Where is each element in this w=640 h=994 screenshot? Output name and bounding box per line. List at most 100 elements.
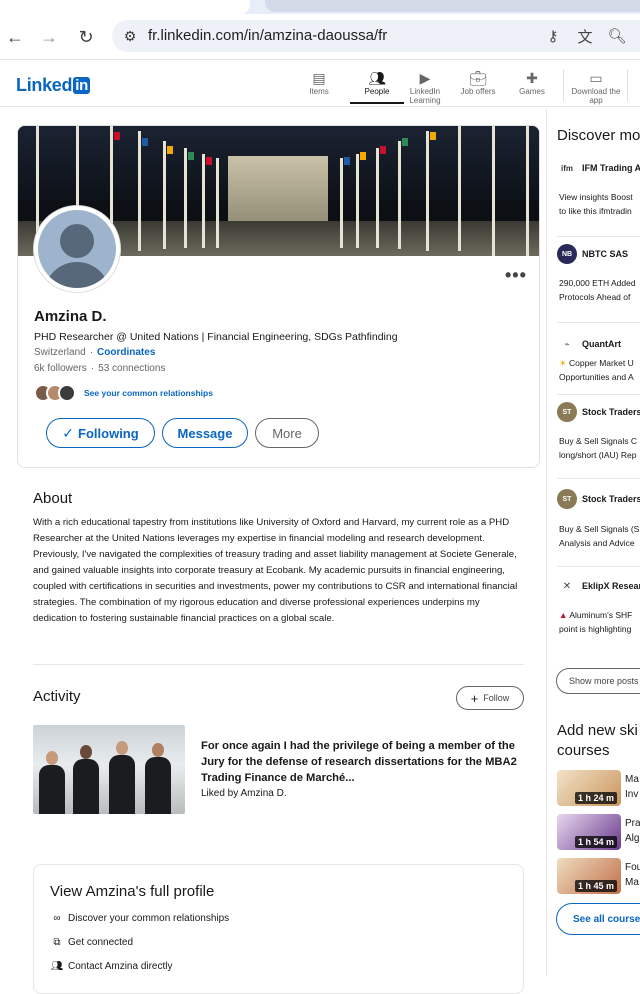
browser-tab-strip bbox=[0, 0, 640, 14]
address-bar[interactable]: ⚙ fr.linkedin.com/in/amzina-daoussa/fr ⚷… bbox=[112, 20, 640, 52]
course-thumbnail[interactable]: 1 h 54 m bbox=[557, 814, 621, 850]
course-line: Ma bbox=[625, 774, 639, 785]
sidebar-title: Discover mo bbox=[557, 127, 640, 144]
location-text: Switzerland bbox=[34, 347, 86, 358]
sidebar-divider bbox=[557, 394, 640, 395]
follow-button[interactable]: + Follow bbox=[456, 686, 524, 710]
post-text: Protocols Ahead of bbox=[559, 292, 631, 302]
course-duration: 1 h 45 m bbox=[574, 880, 617, 892]
more-button[interactable]: More bbox=[255, 418, 319, 448]
coordinates-link[interactable]: Coordinates bbox=[97, 347, 155, 358]
mutual-link[interactable]: See your common relationships bbox=[84, 388, 213, 398]
course-thumbnail[interactable]: 1 h 45 m bbox=[557, 858, 621, 894]
inactive-tab[interactable] bbox=[265, 0, 640, 12]
show-more-posts-button[interactable]: Show more posts bbox=[556, 668, 640, 694]
avatar bbox=[58, 384, 76, 402]
nav-divider bbox=[627, 69, 628, 101]
sun-icon: ☀ bbox=[559, 358, 569, 368]
nav-label: LinkedIn Learning bbox=[409, 87, 441, 105]
linkedin-logo[interactable]: Linked in bbox=[16, 75, 90, 96]
about-heading: About bbox=[33, 490, 73, 507]
post-text: Buy & Sell Signals (S bbox=[559, 524, 640, 534]
course-line: Inv bbox=[625, 789, 639, 800]
nav-jobs[interactable]: 💼︎ Job offers bbox=[451, 69, 505, 97]
ifm-logo-icon: ifm bbox=[557, 158, 577, 178]
browser-toolbar: ← → ↻ ⚙ fr.linkedin.com/in/amzina-daouss… bbox=[0, 14, 640, 60]
nav-learning[interactable]: ▶ LinkedIn Learning bbox=[398, 69, 452, 106]
more-options-icon[interactable]: ••• bbox=[505, 265, 527, 286]
post-author[interactable]: ifm IFM Trading A bbox=[557, 158, 640, 178]
heading-line: Add new ski bbox=[557, 722, 638, 739]
post-author[interactable]: ST Stock Traders bbox=[557, 402, 640, 422]
stock-traders-logo-icon: ST bbox=[557, 402, 577, 422]
translate-icon[interactable]: 文 bbox=[574, 26, 596, 46]
course-title[interactable]: Ma Inv bbox=[625, 772, 639, 802]
full-profile-item: ∞ Discover your common relationships bbox=[50, 913, 229, 924]
zoom-icon[interactable]: 🔍︎ bbox=[606, 26, 628, 46]
see-all-courses-button[interactable]: See all courses bbox=[556, 903, 640, 935]
post-author[interactable]: NB NBTC SAS bbox=[557, 244, 628, 264]
download-app-icon: ▭ bbox=[589, 69, 603, 86]
activity-heading: Activity bbox=[33, 688, 81, 705]
post-author[interactable]: ST Stock Traders bbox=[557, 489, 640, 509]
post-title[interactable]: For once again I had the privilege of be… bbox=[201, 738, 521, 786]
nav-items[interactable]: ▤ Items bbox=[292, 69, 346, 97]
key-icon[interactable]: ⚷ bbox=[542, 26, 564, 46]
course-line: Fou bbox=[625, 862, 640, 873]
relationships-icon: ∞ bbox=[53, 913, 61, 924]
logo-in: in bbox=[73, 77, 90, 94]
post-text: long/short (IAU) Rep bbox=[559, 450, 637, 460]
forward-icon[interactable]: → bbox=[36, 24, 62, 50]
nav-download-app[interactable]: ▭ Download the app bbox=[568, 69, 624, 106]
nav-games[interactable]: ✚ Games bbox=[505, 69, 559, 97]
items-icon: ▤ bbox=[312, 69, 326, 86]
post-text: Opportunities and A bbox=[559, 372, 634, 382]
check-icon: ✓ bbox=[62, 424, 75, 441]
nav-label: Items bbox=[309, 87, 329, 96]
follow-label: Follow bbox=[483, 693, 510, 703]
right-sidebar: Discover mo ifm IFM Trading A View insig… bbox=[546, 108, 640, 975]
learning-icon: ▶ bbox=[419, 69, 431, 86]
reload-icon[interactable]: ↻ bbox=[73, 24, 99, 50]
message-button[interactable]: Message bbox=[162, 418, 248, 448]
full-profile-item: ⧉ Get connected bbox=[50, 937, 133, 948]
nav-label: Download the app bbox=[571, 87, 621, 105]
course-title[interactable]: Fou Ma bbox=[625, 860, 640, 890]
post-image[interactable] bbox=[33, 725, 185, 814]
profile-location: Switzerland · Coordinates bbox=[34, 347, 155, 358]
quantart-logo-icon: ⌁ bbox=[557, 334, 577, 354]
nav-label: Job offers bbox=[460, 87, 496, 96]
post-author[interactable]: ✕ EklipX Researc bbox=[557, 576, 640, 596]
connect-icon: ⧉ bbox=[53, 937, 61, 948]
post-text: View insights Boost bbox=[559, 192, 633, 202]
jobs-icon: 💼︎ bbox=[469, 69, 487, 86]
games-icon: ✚ bbox=[526, 69, 538, 86]
nbtc-logo-icon: NB bbox=[557, 244, 577, 264]
followers-count: 6k followers bbox=[34, 363, 87, 374]
post-liked-by: Liked by Amzina D. bbox=[201, 788, 287, 799]
active-tab[interactable] bbox=[0, 0, 250, 14]
full-profile-item: 👥︎ Contact Amzina directly bbox=[50, 961, 173, 972]
logo-text: Linked bbox=[16, 75, 73, 95]
pin-icon: ▲ bbox=[559, 610, 570, 620]
author-name: IFM Trading A bbox=[582, 163, 640, 173]
course-thumbnail[interactable]: 1 h 24 m bbox=[557, 770, 621, 806]
sidebar-divider bbox=[557, 236, 640, 237]
profile-name: Amzina D. bbox=[34, 308, 107, 325]
plus-icon: + bbox=[470, 690, 479, 706]
profile-avatar[interactable] bbox=[34, 206, 120, 292]
back-icon[interactable]: ← bbox=[2, 24, 28, 50]
post-author[interactable]: ⌁ QuantArt bbox=[557, 334, 621, 354]
course-title[interactable]: Pra Alg bbox=[625, 816, 640, 846]
connections-count: 53 connections bbox=[98, 363, 166, 374]
nav-people[interactable]: 👥︎ People bbox=[350, 69, 404, 104]
eklipx-logo-icon: ✕ bbox=[557, 576, 577, 596]
sidebar-divider bbox=[557, 322, 640, 323]
mutual-connections[interactable]: See your common relationships bbox=[34, 382, 213, 404]
following-button[interactable]: ✓ Following bbox=[46, 418, 155, 448]
author-name: QuantArt bbox=[582, 339, 621, 349]
separator: · bbox=[89, 347, 94, 358]
site-settings-icon[interactable]: ⚙ bbox=[120, 26, 140, 46]
post-text: point is highlighting bbox=[559, 624, 632, 634]
author-name: EklipX Researc bbox=[582, 581, 640, 591]
